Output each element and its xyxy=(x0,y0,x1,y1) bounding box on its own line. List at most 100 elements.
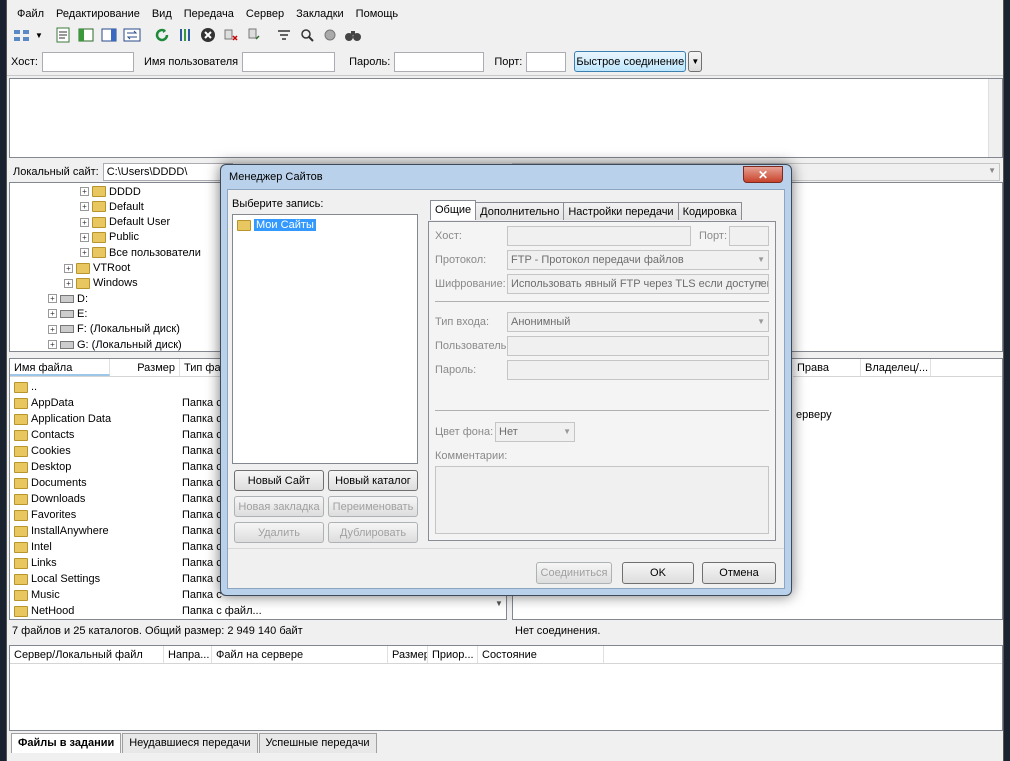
tab-queued-files[interactable]: Файлы в задании xyxy=(11,733,122,753)
refresh-icon[interactable] xyxy=(151,24,173,46)
file-row[interactable]: InstallAnywhere Папка с xyxy=(14,523,222,539)
tree-node[interactable]: + G: (Локальный диск) xyxy=(48,337,182,352)
file-row[interactable]: Application Data Папка с xyxy=(14,411,222,427)
tree-node[interactable]: + F: (Локальный диск) xyxy=(48,322,180,337)
col-size[interactable]: Размер xyxy=(110,359,180,376)
col-filename[interactable]: Имя файла xyxy=(10,359,110,376)
process-queue-icon[interactable] xyxy=(174,24,196,46)
expand-icon[interactable]: + xyxy=(48,340,57,349)
expand-icon[interactable]: + xyxy=(64,278,73,288)
delete-button[interactable]: Удалить xyxy=(234,522,324,543)
expand-icon[interactable]: + xyxy=(80,187,89,196)
protocol-select[interactable]: FTP - Протокол передачи файлов ▼ xyxy=(507,250,769,270)
message-log-icon[interactable] xyxy=(52,24,74,46)
cancel-button[interactable]: Отмена xyxy=(702,562,776,584)
col-direction[interactable]: Напра... xyxy=(164,646,212,663)
expand-icon[interactable]: + xyxy=(64,263,73,273)
file-row[interactable]: AppData Папка с xyxy=(14,395,222,411)
tab-transfer-settings[interactable]: Настройки передачи xyxy=(563,202,679,220)
menu-server[interactable]: Сервер xyxy=(240,6,290,23)
ok-button[interactable]: OK xyxy=(622,562,694,584)
menu-bookmarks[interactable]: Закладки xyxy=(290,6,350,23)
toggle-sync-browsing-icon[interactable] xyxy=(296,24,318,46)
tab-general[interactable]: Общие xyxy=(430,200,477,220)
tree-node[interactable]: + E: xyxy=(48,306,87,321)
remote-tree-icon[interactable] xyxy=(98,24,120,46)
col-state[interactable]: Состояние xyxy=(478,646,604,663)
encryption-select[interactable]: Использовать явный FTP через TLS если до… xyxy=(507,274,769,294)
tab-failed-transfers[interactable]: Неудавшиеся передачи xyxy=(122,733,258,753)
tree-node[interactable]: + Windows xyxy=(64,276,138,291)
col-owner[interactable]: Владелец/... xyxy=(861,359,931,376)
tree-node[interactable]: + D: xyxy=(48,291,88,306)
user-input[interactable] xyxy=(507,336,769,356)
tree-node[interactable]: + Default xyxy=(80,199,144,214)
expand-icon[interactable]: + xyxy=(80,232,89,242)
tree-node[interactable]: + Default User xyxy=(80,215,170,230)
site-manager-icon[interactable] xyxy=(11,24,33,46)
col-queue-size[interactable]: Размер xyxy=(388,646,428,663)
tab-advanced[interactable]: Дополнительно xyxy=(475,202,565,220)
col-remote-file[interactable]: Файл на сервере xyxy=(212,646,388,663)
transfer-queue[interactable]: Сервер/Локальный файл Напра... Файл на с… xyxy=(9,645,1003,731)
menu-file[interactable]: Файл xyxy=(11,6,50,23)
close-button[interactable]: ✕ xyxy=(743,166,783,183)
file-row[interactable]: Contacts Папка с xyxy=(14,427,222,443)
menu-edit[interactable]: Редактирование xyxy=(50,6,146,23)
expand-icon[interactable]: + xyxy=(48,294,57,304)
dir-compare-icon[interactable] xyxy=(319,24,341,46)
tree-node[interactable]: + DDDD xyxy=(80,184,141,199)
duplicate-button[interactable]: Дублировать xyxy=(328,522,418,543)
site-tree[interactable]: Мои Сайты xyxy=(232,214,418,464)
file-row[interactable]: Downloads Папка с xyxy=(14,491,222,507)
local-path-input[interactable]: C:\Users\DDDD\ xyxy=(102,163,233,181)
tree-node[interactable]: + VTRoot xyxy=(64,261,130,276)
connect-button[interactable]: Соединиться xyxy=(536,562,612,584)
password-input[interactable] xyxy=(507,360,769,380)
port-input[interactable] xyxy=(526,51,567,72)
col-permissions[interactable]: Права xyxy=(793,359,861,376)
tree-node[interactable]: + Все пользователи xyxy=(80,245,201,260)
menu-help[interactable]: Помощь xyxy=(350,6,405,23)
host-input[interactable] xyxy=(41,51,134,72)
quickconnect-button[interactable]: Быстрое соединение xyxy=(574,51,687,72)
file-row[interactable]: Cookies Папка с xyxy=(14,443,222,459)
queue-icon[interactable] xyxy=(121,24,143,46)
comments-textarea[interactable] xyxy=(435,466,769,534)
new-site-button[interactable]: Новый Сайт xyxy=(234,470,324,491)
file-row[interactable]: .. xyxy=(14,379,182,395)
site-tree-root[interactable]: Мои Сайты xyxy=(237,219,316,231)
local-scroll-down[interactable]: ▼ xyxy=(492,599,506,619)
col-priority[interactable]: Приор... xyxy=(428,646,478,663)
expand-icon[interactable]: + xyxy=(80,202,89,212)
menu-transfer[interactable]: Передача xyxy=(178,6,240,23)
dropdown-arrow-icon[interactable]: ▼ xyxy=(34,24,44,46)
message-log[interactable] xyxy=(9,78,1003,158)
tab-charset[interactable]: Кодировка xyxy=(677,202,742,220)
expand-icon[interactable]: + xyxy=(48,324,57,334)
file-row[interactable]: Favorites Папка с xyxy=(14,507,222,523)
rename-button[interactable]: Переименовать xyxy=(328,496,418,517)
username-input[interactable] xyxy=(242,51,336,72)
search-icon[interactable] xyxy=(342,24,364,46)
dlg-host-input[interactable] xyxy=(507,226,691,246)
file-row[interactable]: Local Settings Папка с xyxy=(14,571,222,587)
disconnect-icon[interactable] xyxy=(220,24,242,46)
menu-view[interactable]: Вид xyxy=(146,6,178,23)
dlg-port-input[interactable] xyxy=(729,226,769,246)
quickconnect-dropdown[interactable]: ▼ xyxy=(688,51,703,72)
expand-icon[interactable]: + xyxy=(80,217,89,227)
expand-icon[interactable]: + xyxy=(48,309,57,319)
directory-listing-filters-icon[interactable] xyxy=(273,24,295,46)
local-tree-icon[interactable] xyxy=(75,24,97,46)
file-row[interactable]: Desktop Папка с xyxy=(14,459,222,475)
expand-icon[interactable]: + xyxy=(80,248,89,258)
new-folder-button[interactable]: Новый каталог xyxy=(328,470,418,491)
file-row[interactable]: Documents Папка с xyxy=(14,475,222,491)
file-row[interactable]: Links Папка с xyxy=(14,555,222,571)
log-scrollbar[interactable] xyxy=(988,79,1002,157)
password-input[interactable] xyxy=(394,51,485,72)
file-row[interactable]: Intel Папка с xyxy=(14,539,222,555)
tree-node[interactable]: + Public xyxy=(80,230,139,245)
tab-successful-transfers[interactable]: Успешные передачи xyxy=(258,733,377,753)
